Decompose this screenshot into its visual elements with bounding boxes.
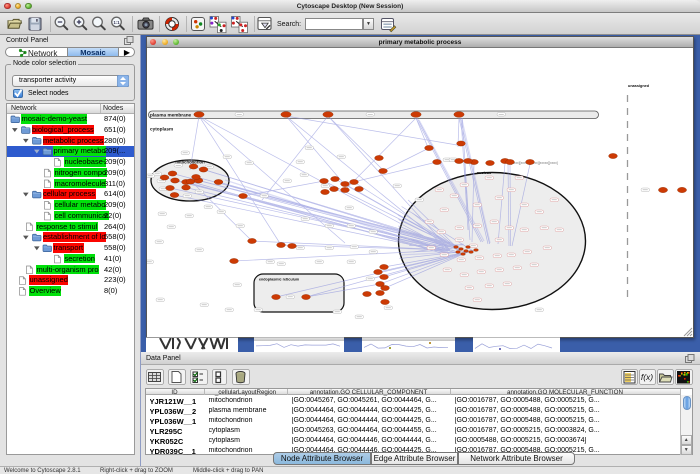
svg-text:plasma membrane: plasma membrane [150, 113, 192, 118]
svg-text:unassigned: unassigned [628, 84, 650, 88]
svg-text:f(x): f(x) [641, 372, 653, 382]
svg-text:nucleus: nucleus [477, 171, 491, 175]
svg-text:endoplasmic reticulum: endoplasmic reticulum [259, 278, 300, 282]
svg-text:cytoplasm: cytoplasm [150, 127, 173, 132]
svg-text:1:1: 1:1 [113, 20, 120, 25]
